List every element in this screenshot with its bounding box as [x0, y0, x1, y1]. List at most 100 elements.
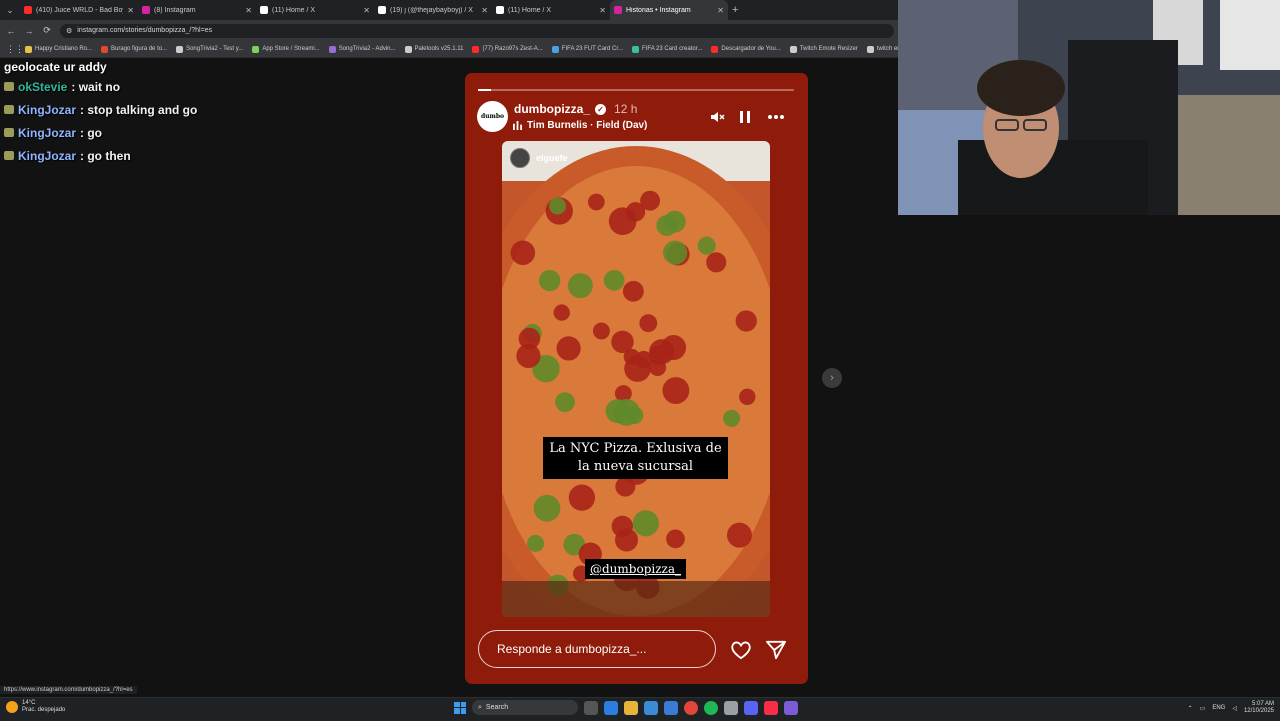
tab-close-icon[interactable]: ✕	[245, 6, 252, 15]
forward-icon[interactable]: →	[24, 26, 34, 36]
chat-username[interactable]: KingJozar	[18, 149, 76, 163]
tab-title: (19) j (@thejaybayboyj) / X	[390, 6, 473, 14]
webcam-image	[898, 0, 1280, 215]
tab-favicon-icon	[142, 6, 150, 14]
back-icon[interactable]: ←	[6, 26, 16, 36]
story-header: dumbopizza_ ✓ 12 h	[514, 102, 637, 116]
tab-close-icon[interactable]: ✕	[363, 6, 370, 15]
bookmark-item[interactable]: SongTrivia2 - Test y...	[176, 45, 244, 53]
browser-tab[interactable]: (19) j (@thejaybayboyj) / X ✕	[374, 0, 492, 20]
mute-button[interactable]	[708, 108, 726, 126]
address-toolbar: ← → ⟳ ⚙ instagram.com/stories/dumbopizza…	[0, 20, 898, 41]
tab-favicon-icon	[260, 6, 268, 14]
photo-credit-username: elguefe	[536, 153, 568, 163]
story-username[interactable]: dumbopizza_	[514, 102, 590, 116]
bookmark-item[interactable]: Twitch Emote Resizer	[789, 45, 858, 53]
weather-widget[interactable]: 14°C Prac. despejado	[6, 700, 65, 714]
tab-close-icon[interactable]: ✕	[717, 6, 724, 15]
bookmark-favicon-icon	[472, 45, 480, 53]
music-label: Tim Burnelis · Field (Dav)	[527, 120, 648, 131]
bookmark-item[interactable]: Burago figura de to...	[101, 45, 167, 53]
chat-username[interactable]: KingJozar	[18, 126, 76, 140]
tab-close-icon[interactable]: ✕	[127, 6, 134, 15]
chat-text: : wait no	[71, 79, 121, 94]
browser-tab[interactable]: (11) Home / X ✕	[256, 0, 374, 20]
chat-badge-icon	[4, 128, 14, 137]
more-options-button[interactable]	[767, 108, 785, 126]
network-icon[interactable]: ▭	[1200, 705, 1206, 712]
reload-icon[interactable]: ⟳	[42, 25, 52, 36]
bookmark-item[interactable]: SongTrivia2 - Advin...	[328, 45, 396, 53]
spotify-icon[interactable]	[704, 700, 718, 715]
mail-icon[interactable]	[664, 700, 678, 715]
photo-credit[interactable]: elguefe	[510, 148, 568, 168]
heart-icon	[731, 641, 751, 660]
clock[interactable]: 5:07 AM 12/10/2025	[1244, 701, 1274, 715]
tab-title: (410) Juice WRLD - Bad Boy ft	[36, 6, 124, 14]
weather-sun-icon	[6, 701, 18, 713]
chat-message: okStevie : wait no	[4, 75, 334, 98]
address-text: instagram.com/stories/dumbopizza_/?hl=es	[77, 27, 213, 34]
settings-icon[interactable]	[724, 700, 738, 715]
tab-title: (11) Home / X	[508, 6, 552, 14]
story-music[interactable]: Tim Burnelis · Field (Dav)	[513, 120, 647, 131]
task-view-icon[interactable]	[584, 700, 598, 715]
bookmarks-bar: ⋮⋮ Happy Cristiano Ro... Burago figura de…	[0, 41, 902, 58]
bookmark-label: Descargador de You...	[721, 46, 781, 52]
bookmark-item[interactable]: twitch em	[866, 45, 902, 53]
bookmark-favicon-icon	[176, 45, 184, 53]
bookmark-item[interactable]: Descargador de You...	[711, 45, 781, 53]
browser-tab[interactable]: (11) Home / X ✕	[492, 0, 610, 20]
chat-text: : go then	[80, 148, 131, 163]
bookmark-item[interactable]: FIFA 23 FUT Card Cr...	[551, 45, 623, 53]
file-explorer-icon[interactable]	[624, 700, 638, 715]
taskbar-search[interactable]: ⌕ Search	[472, 700, 578, 715]
bookmark-label: SongTrivia2 - Test y...	[186, 46, 244, 52]
language-indicator[interactable]: ENG	[1212, 705, 1225, 711]
bookmark-item[interactable]: FIFA 23 Card creator...	[632, 45, 702, 53]
more-dots-icon	[768, 115, 784, 119]
tab-close-icon[interactable]: ✕	[599, 6, 606, 15]
weather-temp: 14°C	[22, 700, 36, 706]
apps-grid-icon[interactable]: ⋮⋮	[6, 44, 24, 55]
volume-icon[interactable]: ◁	[1232, 705, 1237, 712]
edge-icon[interactable]	[604, 700, 618, 715]
story-image[interactable]	[502, 141, 770, 617]
music-app-icon[interactable]	[764, 700, 778, 715]
bookmark-item[interactable]: Happy Cristiano Ro...	[25, 45, 93, 53]
start-icon[interactable]	[454, 701, 466, 714]
reply-input[interactable]: Responde a dumbopizza_...	[478, 630, 716, 668]
store-icon[interactable]	[644, 700, 658, 715]
bookmark-item[interactable]: (77) Razo97s Zest-A...	[472, 45, 543, 53]
tab-title: (11) Home / X	[272, 6, 316, 14]
music-bars-icon	[513, 121, 522, 130]
bookmark-favicon-icon	[551, 45, 559, 53]
like-button[interactable]	[729, 638, 753, 662]
new-tab-button[interactable]: +	[728, 4, 738, 16]
chat-username[interactable]: KingJozar	[18, 103, 76, 117]
story-mention-sticker[interactable]: @dumbopizza_	[585, 559, 687, 579]
teams-icon[interactable]	[784, 700, 798, 715]
tab-search-icon[interactable]: ⌄	[0, 0, 20, 20]
chrome-icon[interactable]	[684, 700, 698, 715]
site-info-icon[interactable]: ⚙	[66, 27, 72, 35]
address-input[interactable]: ⚙ instagram.com/stories/dumbopizza_/?hl=…	[60, 23, 894, 38]
pause-button[interactable]	[736, 108, 754, 126]
browser-tab[interactable]: (8) Instagram ✕	[138, 0, 256, 20]
tray-overflow-icon[interactable]: ⌃	[1188, 705, 1193, 712]
share-button[interactable]	[764, 638, 788, 662]
bookmark-label: Happy Cristiano Ro...	[35, 46, 93, 52]
tab-title: Historias • Instagram	[626, 6, 691, 14]
webcam-feed	[898, 0, 1280, 215]
chat-username[interactable]: okStevie	[18, 80, 67, 94]
bookmark-item[interactable]: Paletools v25.1.11	[404, 45, 463, 53]
bookmark-favicon-icon	[404, 45, 412, 53]
bookmark-item[interactable]: App Store / Streami...	[252, 45, 320, 53]
story-avatar[interactable]: dumbo	[477, 101, 508, 132]
browser-tab[interactable]: (410) Juice WRLD - Bad Boy ft ✕	[20, 0, 138, 20]
next-story-button[interactable]: ›	[822, 368, 842, 388]
chat-text: : stop talking and go	[80, 102, 198, 117]
tab-close-icon[interactable]: ✕	[481, 6, 488, 15]
browser-tab[interactable]: Historias • Instagram ✕	[610, 0, 728, 20]
discord-icon[interactable]	[744, 700, 758, 715]
